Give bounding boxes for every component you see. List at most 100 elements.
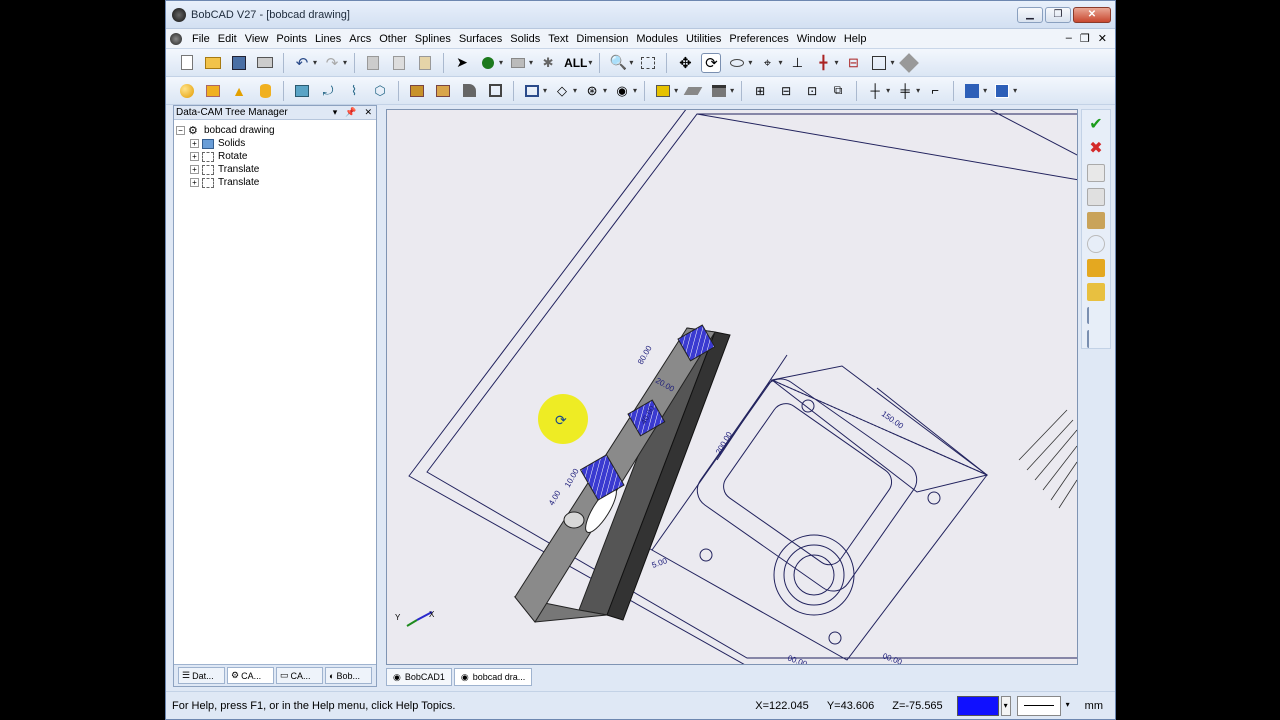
select-all-button[interactable]: ALL (564, 56, 587, 70)
tree-root-node[interactable]: − ⚙ bobcad drawing (176, 124, 374, 137)
paste-button[interactable] (415, 53, 435, 73)
select-chain-icon[interactable]: ✱ (538, 53, 558, 73)
cylinder-icon[interactable] (255, 81, 275, 101)
cube-check-icon[interactable] (992, 81, 1012, 101)
line-style-dropdown-icon[interactable]: ▾ (1063, 696, 1073, 716)
menu-lines[interactable]: Lines (311, 33, 345, 45)
panel-pin-icon[interactable]: 📌 (345, 107, 356, 118)
zoom-icon[interactable]: 🔍 (608, 53, 628, 73)
panel-dropdown-icon[interactable]: ▾ (333, 107, 338, 118)
copy-button[interactable] (389, 53, 409, 73)
group-icon[interactable]: ⧉ (828, 81, 848, 101)
cancel-x-icon[interactable]: ✖ (1087, 140, 1105, 158)
color-dropdown-icon[interactable]: ▾ (1000, 695, 1011, 716)
plane-icon[interactable]: ⊟ (843, 53, 863, 73)
cone-icon[interactable]: ▲ (229, 81, 249, 101)
menu-modules[interactable]: Modules (632, 33, 682, 45)
list-icon[interactable] (1087, 164, 1105, 182)
tree-item-translate[interactable]: + Translate (176, 176, 374, 189)
tree-item-solids[interactable]: + Solids (176, 137, 374, 150)
stock-icon[interactable] (683, 81, 703, 101)
menu-surfaces[interactable]: Surfaces (455, 33, 506, 45)
snap-icon[interactable]: ⌖ (757, 53, 777, 73)
view-orient-icon[interactable] (727, 53, 747, 73)
redo-button[interactable]: ↷ (322, 53, 342, 73)
arrange-icon[interactable]: ⊡ (802, 81, 822, 101)
expand-icon[interactable]: + (190, 139, 199, 148)
collapse-icon[interactable]: − (176, 126, 185, 135)
fillet-icon[interactable] (459, 81, 479, 101)
solid-part[interactable] (513, 324, 731, 623)
menu-points[interactable]: Points (272, 33, 311, 45)
extrude-icon[interactable] (292, 81, 312, 101)
accept-check-icon[interactable]: ✔ (1087, 116, 1105, 134)
select-filter-icon[interactable] (478, 53, 498, 73)
minimize-button[interactable]: ▁ (1017, 6, 1043, 23)
arrow-right-icon[interactable] (1087, 306, 1105, 325)
cube-blue-icon[interactable] (962, 81, 982, 101)
visibility-icon[interactable]: ◉ (612, 81, 632, 101)
loft-icon[interactable]: ⬡ (370, 81, 390, 101)
menu-view[interactable]: View (241, 33, 273, 45)
mdi-close-button[interactable]: ✕ (1098, 32, 1107, 45)
pan-icon[interactable]: ✥ (675, 53, 695, 73)
menu-text[interactable]: Text (544, 33, 572, 45)
new-file-button[interactable] (177, 53, 197, 73)
align-icon[interactable]: ⊞ (750, 81, 770, 101)
sweep-icon[interactable]: ⌇ (344, 81, 364, 101)
sphere-icon[interactable] (177, 81, 197, 101)
origin-icon[interactable]: ⊥ (787, 53, 807, 73)
extend-icon[interactable]: ╪ (895, 81, 915, 101)
menu-help[interactable]: Help (840, 33, 871, 45)
menu-window[interactable]: Window (793, 33, 840, 45)
tree-item-translate[interactable]: + Translate (176, 163, 374, 176)
select-group-icon[interactable] (508, 53, 528, 73)
menu-file[interactable]: File (188, 33, 214, 45)
mdi-minimize-button[interactable]: – (1066, 32, 1072, 45)
menu-solids[interactable]: Solids (506, 33, 544, 45)
offset-icon[interactable]: ⌐ (925, 81, 945, 101)
surface-icon[interactable]: ◇ (552, 81, 572, 101)
cad-drawing[interactable]: 80.00 20.00 40.00 10.00 4.00 200.00 150.… (387, 110, 1078, 665)
stack-icon[interactable] (1087, 211, 1105, 230)
boolean-add-icon[interactable] (407, 81, 427, 101)
delete-button[interactable] (363, 53, 383, 73)
select-rect-icon[interactable] (522, 81, 542, 101)
panel-close-icon[interactable]: ✕ (364, 107, 372, 118)
view-cube-icon[interactable] (869, 53, 889, 73)
tree-item-rotate[interactable]: + Rotate (176, 150, 374, 163)
select-pointer-icon[interactable]: ➤ (452, 53, 472, 73)
distribute-icon[interactable]: ⊟ (776, 81, 796, 101)
box-solid-icon[interactable] (203, 81, 223, 101)
rotate-view-icon[interactable]: ⟳ (701, 52, 722, 73)
zoom-window-icon[interactable] (638, 53, 658, 73)
menu-arcs[interactable]: Arcs (345, 33, 375, 45)
shade-icon[interactable] (899, 52, 920, 73)
tab-cam-2[interactable]: ▭ CA... (276, 667, 323, 684)
pencil-icon[interactable] (1087, 282, 1105, 301)
list-icon-2[interactable] (1087, 187, 1105, 206)
save-button[interactable] (229, 53, 249, 73)
menu-edit[interactable]: Edit (214, 33, 241, 45)
mdi-restore-button[interactable]: ❐ (1080, 32, 1090, 45)
tab-bobcad1[interactable]: ◉ BobCAD1 (386, 668, 452, 686)
undo-button[interactable]: ↶ (292, 53, 312, 73)
menu-preferences[interactable]: Preferences (725, 33, 792, 45)
tab-cam[interactable]: ⚙ CA... (227, 667, 274, 684)
revolve-icon[interactable]: ⤾ (318, 81, 338, 101)
layer-icon[interactable] (653, 81, 673, 101)
expand-icon[interactable]: + (190, 178, 199, 187)
restore-button[interactable]: ❐ (1045, 6, 1071, 23)
document-icon[interactable] (170, 32, 182, 45)
tab-bobcad-drawing[interactable]: ◉ bobcad dra... (453, 668, 533, 686)
print-button[interactable] (255, 53, 275, 73)
menu-utilities[interactable]: Utilities (682, 33, 725, 45)
color-swatch[interactable] (956, 695, 999, 716)
grid-icon[interactable]: ╋ (813, 53, 833, 73)
ruler-icon[interactable] (1087, 259, 1105, 277)
wireframe-icon[interactable]: ⊛ (582, 81, 602, 101)
arrow-left-icon[interactable] (1087, 330, 1105, 348)
drawing-viewport[interactable]: 80.00 20.00 40.00 10.00 4.00 200.00 150.… (386, 109, 1078, 665)
trim-icon[interactable]: ┼ (865, 81, 885, 101)
expand-icon[interactable]: + (190, 165, 199, 174)
